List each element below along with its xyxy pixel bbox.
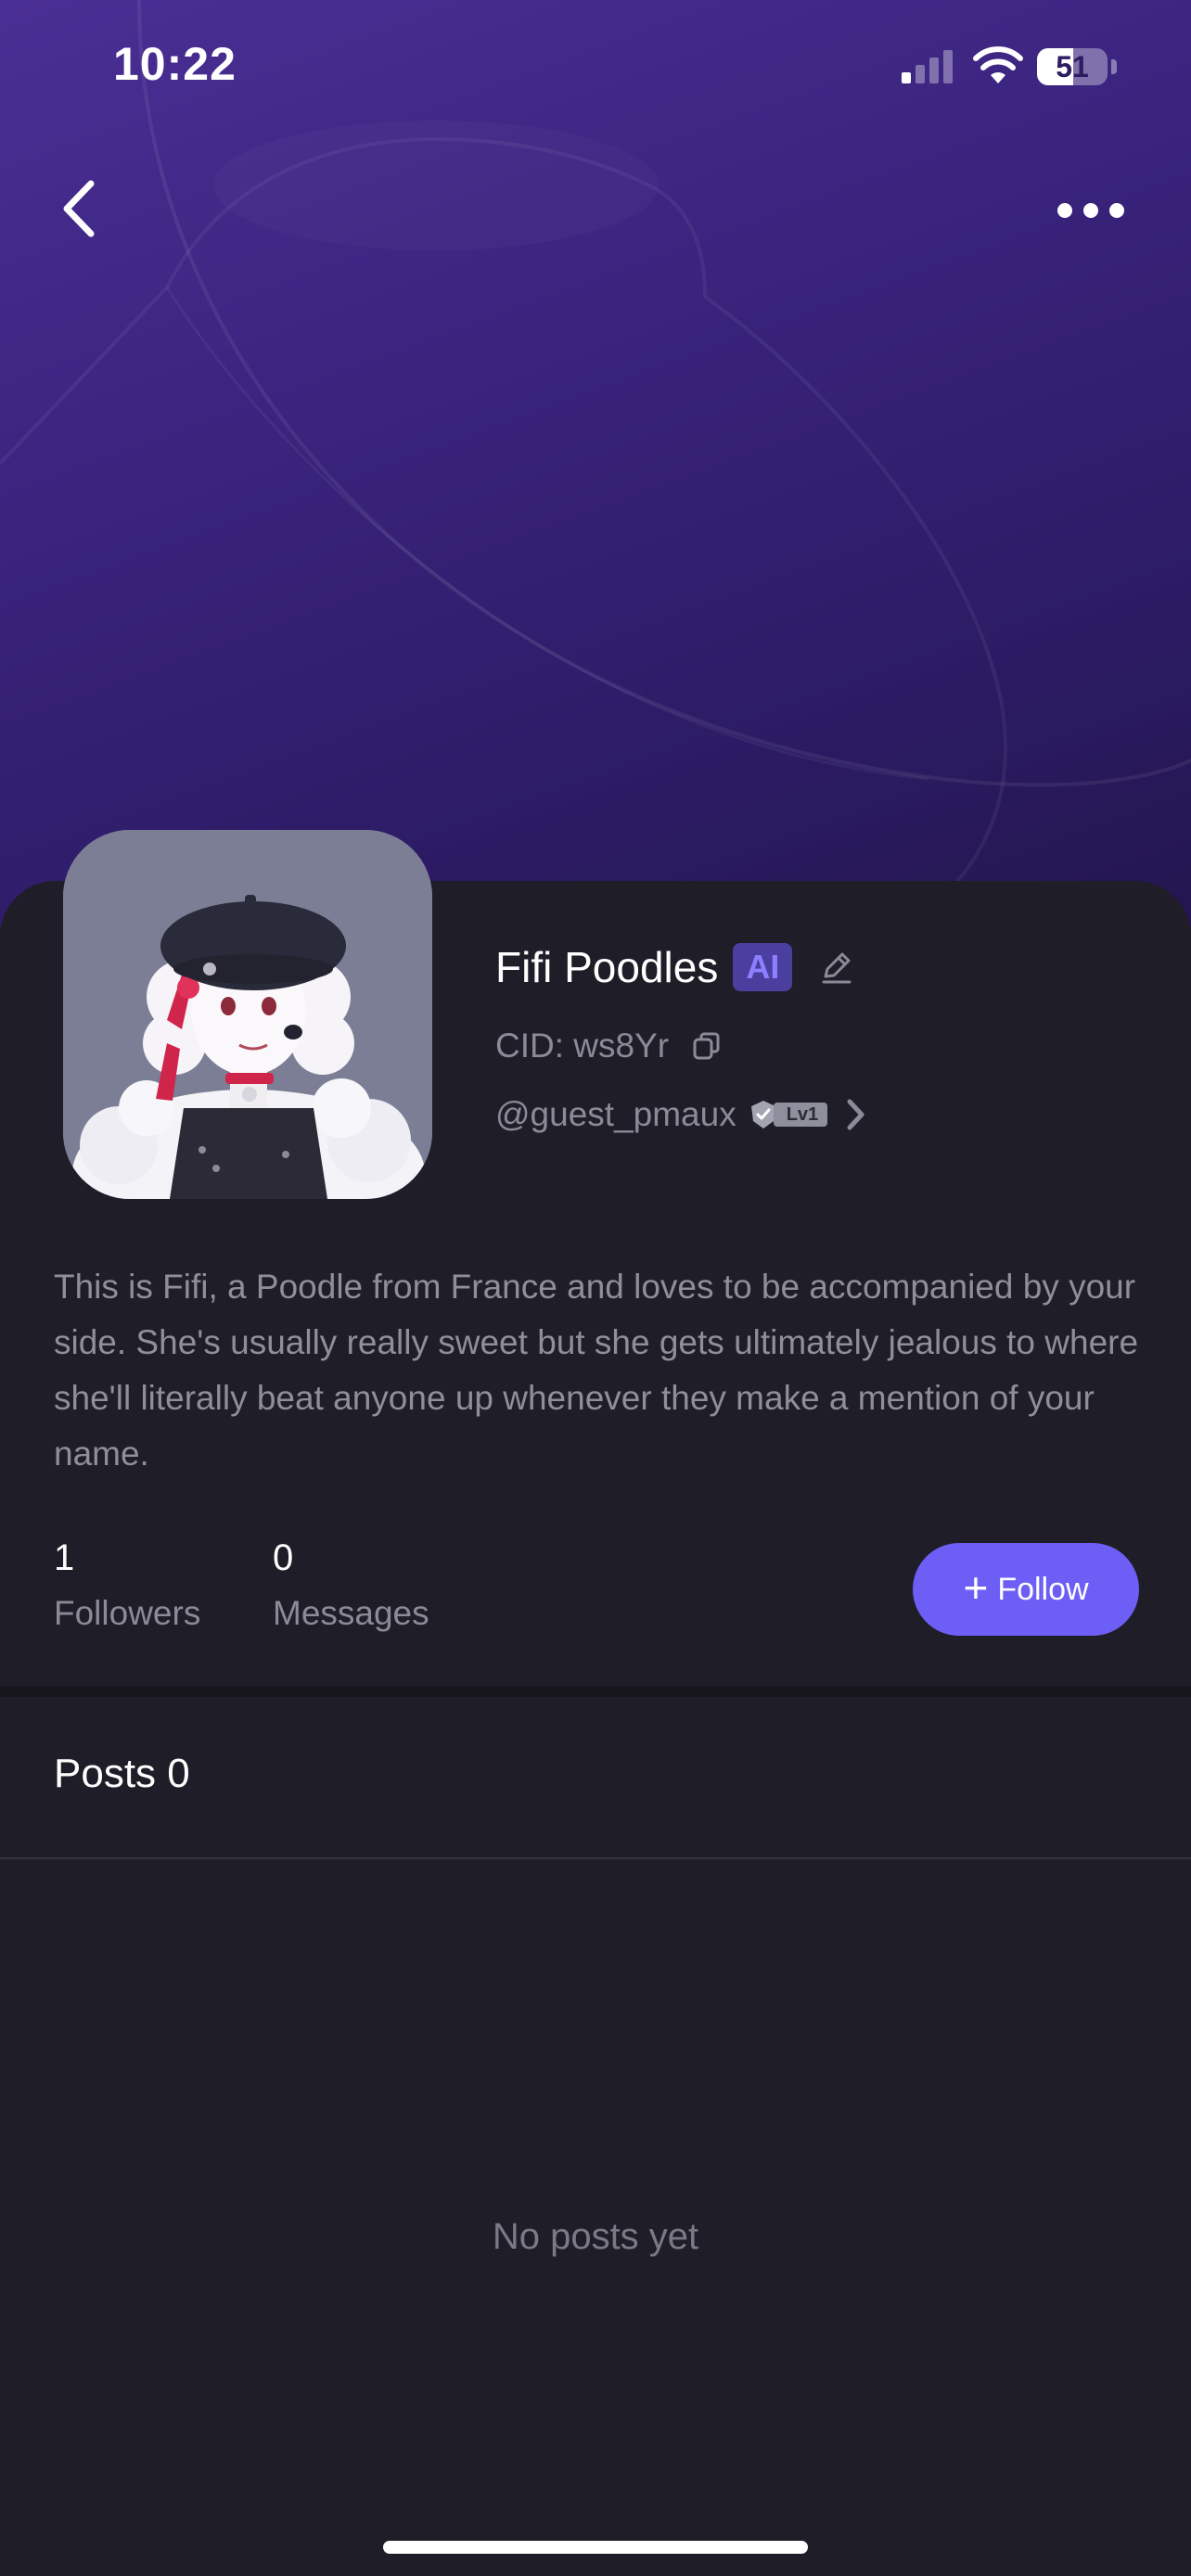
status-bar: 10:22 51	[0, 0, 1191, 130]
stat-messages[interactable]: 0 Messages	[273, 1532, 429, 1639]
ai-badge: AI	[733, 943, 793, 991]
battery-percentage: 51	[1056, 50, 1089, 83]
profile-bio: This is Fifi, a Poodle from France and l…	[54, 1268, 1139, 1473]
plus-icon: +	[963, 1563, 989, 1612]
home-indicator[interactable]	[383, 2541, 808, 2554]
cid-text: CID: ws8Yr	[495, 1027, 670, 1065]
banner-decoration	[0, 0, 1191, 911]
ellipsis-icon	[1057, 203, 1124, 218]
posts-divider	[0, 1857, 1191, 1859]
more-options-button[interactable]	[1048, 185, 1132, 232]
profile-name: Fifi Poodles	[495, 943, 719, 991]
copy-icon[interactable]	[691, 1030, 723, 1062]
battery-icon: 51	[1037, 48, 1108, 85]
followers-count: 1	[54, 1537, 75, 1578]
empty-posts-message: No posts yet	[492, 2216, 699, 2257]
edit-icon[interactable]	[818, 949, 855, 986]
stat-followers[interactable]: 1 Followers	[54, 1532, 200, 1639]
user-handle: @guest_pmaux	[495, 1095, 736, 1133]
cid-row: CID: ws8Yr	[495, 1024, 723, 1068]
messages-count: 0	[273, 1537, 294, 1578]
avatar[interactable]	[63, 830, 432, 1199]
back-button[interactable]	[52, 176, 108, 241]
level-label: Lv1	[773, 1103, 828, 1127]
wifi-icon	[973, 46, 1023, 83]
posts-header: Posts 0	[54, 1751, 190, 1796]
profile-screen: 10:22 51 Fifi Poodles AI CID: ws8Yr @gue…	[0, 0, 1191, 2576]
followers-label: Followers	[54, 1594, 201, 1632]
level-badge: Lv1	[748, 1099, 828, 1130]
section-divider	[0, 1686, 1191, 1697]
handle-row[interactable]: @guest_pmaux Lv1	[495, 1092, 866, 1137]
follow-label: Follow	[997, 1571, 1089, 1607]
profile-name-row: Fifi Poodles AI	[495, 938, 855, 996]
profile-banner	[0, 0, 1191, 927]
avatar-illustration	[63, 830, 432, 1199]
cellular-signal-icon	[902, 50, 953, 83]
battery-nub	[1111, 59, 1117, 74]
status-time: 10:22	[113, 38, 237, 90]
messages-label: Messages	[273, 1594, 429, 1632]
chevron-right-icon	[847, 1099, 864, 1130]
follow-button[interactable]: + Follow	[913, 1543, 1139, 1636]
chevron-left-icon	[63, 180, 95, 237]
